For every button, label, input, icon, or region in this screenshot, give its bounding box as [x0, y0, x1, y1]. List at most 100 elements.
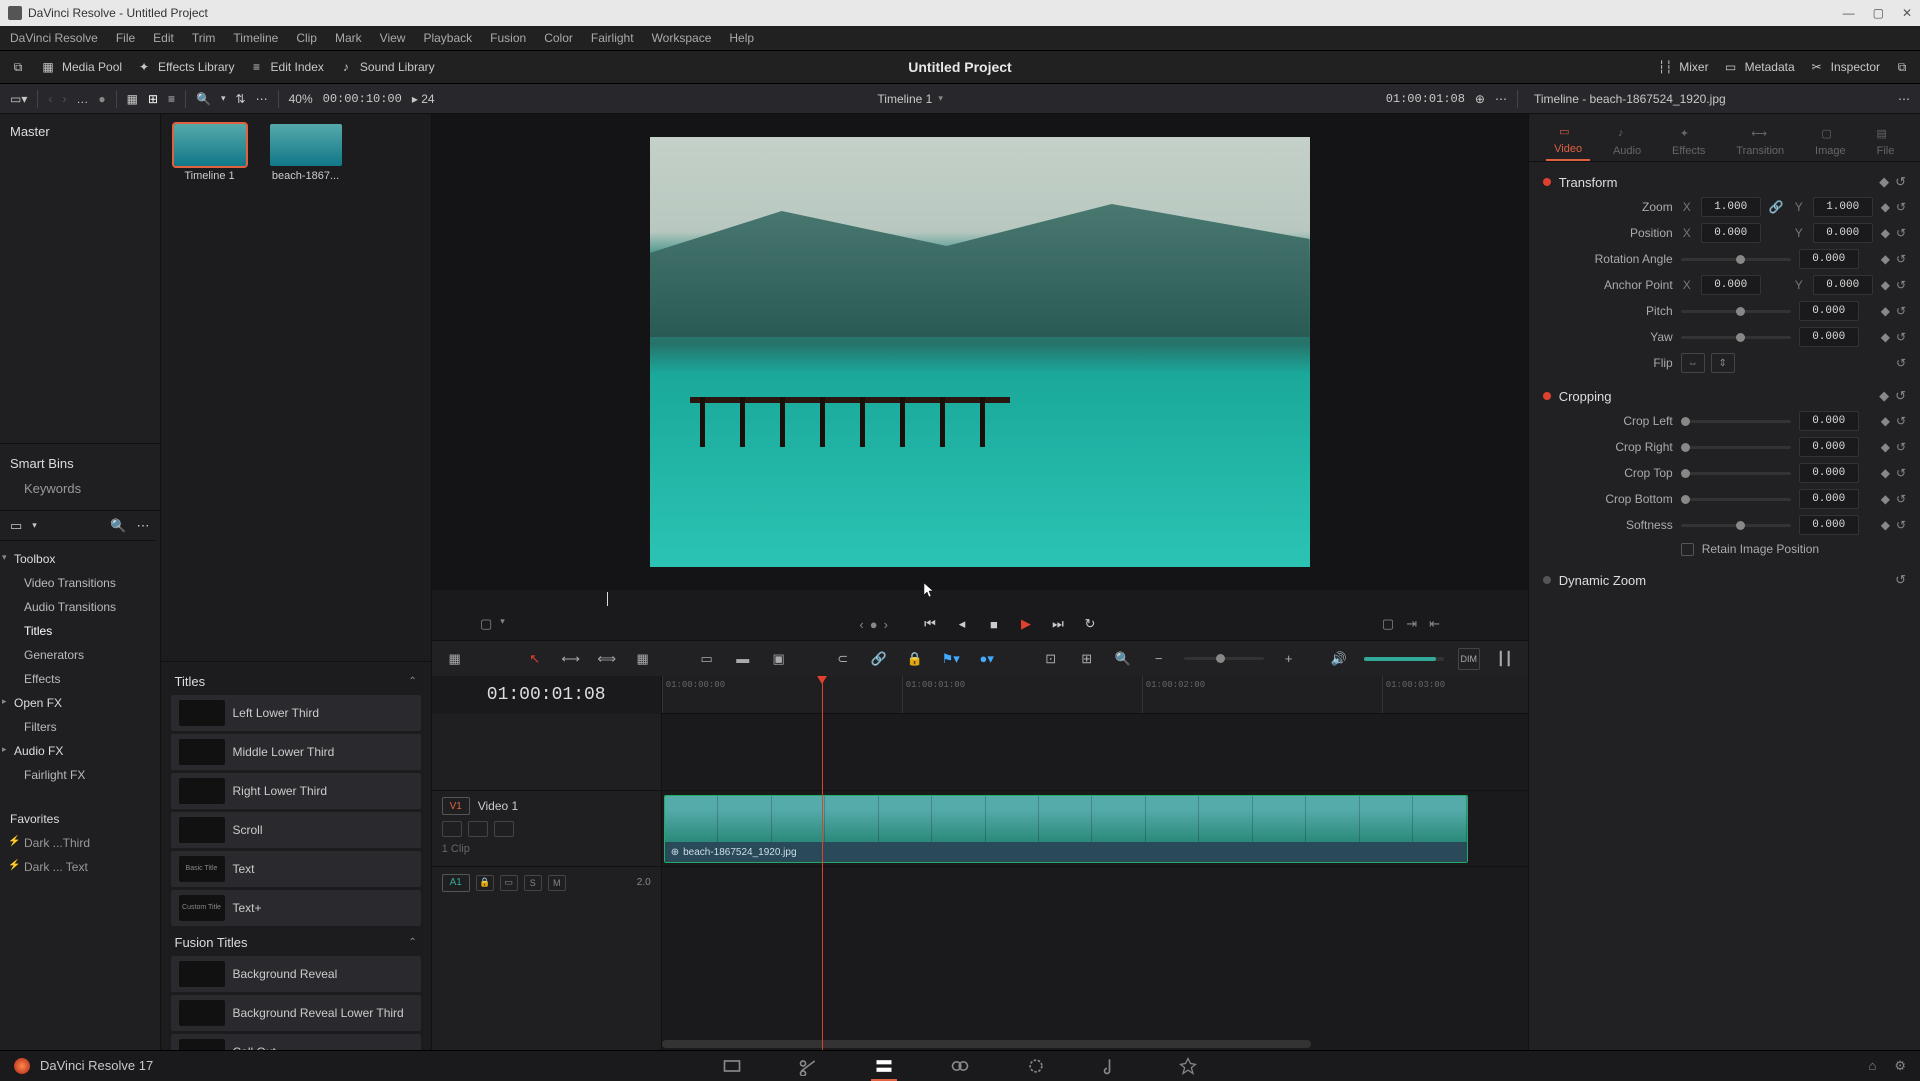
nav-fairlightfx[interactable]: Fairlight FX: [0, 763, 156, 787]
fav-dark-third[interactable]: Dark ...Third: [0, 831, 156, 855]
replace-tool[interactable]: ▣: [768, 648, 790, 670]
page-fusion[interactable]: [947, 1056, 973, 1076]
a1-solo-icon[interactable]: S: [524, 875, 542, 891]
crop-left-input[interactable]: 0.000: [1799, 411, 1859, 431]
search-icon[interactable]: 🔍: [196, 92, 211, 106]
bin-chevron[interactable]: ▾: [32, 520, 37, 531]
crop-bottom-slider[interactable]: [1681, 498, 1791, 501]
nav-audio-transitions[interactable]: Audio Transitions: [0, 595, 156, 619]
viewer-options-icon[interactable]: ⋯: [1495, 92, 1507, 106]
titles-section[interactable]: Titles⌃: [171, 668, 421, 695]
flag-icon[interactable]: ⚑▾: [940, 648, 962, 670]
overwrite-tool[interactable]: ▬: [732, 648, 754, 670]
transform-header[interactable]: Transform◆↺: [1543, 170, 1906, 194]
crop-right-slider[interactable]: [1681, 446, 1791, 449]
page-deliver[interactable]: [1175, 1056, 1201, 1076]
meter-icon[interactable]: ┃┃: [1494, 648, 1516, 670]
clip-beach[interactable]: ⊕beach-1867524_1920.jpg: [664, 795, 1468, 863]
mixer-toggle[interactable]: ┆┆Mixer: [1657, 59, 1708, 75]
flip-h-button[interactable]: ⇔: [1681, 353, 1705, 373]
project-settings-icon[interactable]: ⚙: [1894, 1058, 1906, 1074]
menu-trim[interactable]: Trim: [192, 31, 216, 45]
safe-area-chevron[interactable]: ▾: [500, 616, 505, 632]
lock-icon[interactable]: 🔒: [904, 648, 926, 670]
a1-mute-icon[interactable]: M: [548, 875, 566, 891]
grid-view-icon[interactable]: ⊞: [148, 92, 158, 106]
video-track-header[interactable]: V1 Video 1 1 Clip: [432, 790, 661, 866]
prev-edit-icon[interactable]: ⇤: [1429, 616, 1440, 632]
media-pool-toggle[interactable]: ▦Media Pool: [40, 59, 122, 75]
bin-view-icon-2[interactable]: ▭: [10, 518, 22, 534]
sort-icon[interactable]: ⇅: [236, 92, 246, 106]
page-color[interactable]: [1023, 1056, 1049, 1076]
page-cut[interactable]: [795, 1056, 821, 1076]
match-prev-icon[interactable]: ‹: [859, 617, 863, 632]
nav-titles[interactable]: Titles: [0, 619, 156, 643]
zoom-out-icon[interactable]: −: [1148, 648, 1170, 670]
nav-effects[interactable]: Effects: [0, 667, 156, 691]
program-viewer[interactable]: [432, 114, 1528, 590]
retain-image-checkbox[interactable]: Retain Image Position: [1543, 538, 1906, 560]
menu-davinci[interactable]: DaVinci Resolve: [10, 31, 98, 45]
play-button[interactable]: ▶: [1016, 614, 1036, 634]
volume-slider[interactable]: [1364, 657, 1444, 661]
audio-track-1[interactable]: [662, 866, 1528, 898]
a1-tag[interactable]: A1: [442, 874, 470, 892]
viewer-scrubber[interactable]: [432, 590, 1528, 608]
audio-track-header[interactable]: A1 🔒 ▭ S M 2.0: [432, 866, 661, 898]
page-edit[interactable]: [871, 1056, 897, 1076]
sound-library-toggle[interactable]: ♪Sound Library: [338, 59, 435, 75]
inspector-tab-audio[interactable]: ♪Audio: [1605, 123, 1649, 161]
nav-fwd-icon[interactable]: ›: [62, 92, 66, 106]
pitch-slider[interactable]: [1681, 310, 1791, 313]
go-start-button[interactable]: ⏮: [920, 614, 940, 634]
loop-button[interactable]: ↻: [1080, 614, 1100, 634]
bin-thumb-timeline1[interactable]: Timeline 1: [171, 124, 249, 274]
smart-bin-keywords[interactable]: Keywords: [10, 475, 150, 502]
search-icon-2[interactable]: 🔍: [110, 518, 126, 534]
match-frame-icon[interactable]: ▢: [1382, 616, 1394, 632]
selection-tool[interactable]: ↖: [524, 648, 546, 670]
nav-generators[interactable]: Generators: [0, 643, 156, 667]
bin-view-icon[interactable]: ▭▾: [10, 92, 27, 106]
favorites-header[interactable]: Favorites: [0, 807, 156, 831]
viewer-timecode[interactable]: 01:00:01:08: [1386, 92, 1465, 106]
inspector-tab-image[interactable]: ▢Image: [1807, 123, 1854, 161]
marker-icon[interactable]: ●▾: [976, 648, 998, 670]
match-dot-icon[interactable]: ●: [870, 617, 878, 632]
title-call-out[interactable]: Call Out: [171, 1034, 421, 1051]
softness-slider[interactable]: [1681, 524, 1791, 527]
zoom-detail-icon[interactable]: ⊞: [1076, 648, 1098, 670]
inspector-options-icon[interactable]: ⋯: [1898, 92, 1910, 106]
match-next-icon[interactable]: ›: [884, 617, 888, 632]
yaw-slider[interactable]: [1681, 336, 1791, 339]
timeline-timecode[interactable]: 01:00:01:08: [432, 676, 661, 714]
title-middle-lower-third[interactable]: Middle Lower Third: [171, 734, 421, 770]
mute-icon[interactable]: 🔊: [1328, 648, 1350, 670]
fusion-titles-section[interactable]: Fusion Titles⌃: [171, 929, 421, 956]
title-background-reveal-lt[interactable]: Background Reveal Lower Third: [171, 995, 421, 1031]
blade-tool[interactable]: ▦: [632, 648, 654, 670]
anchor-x-input[interactable]: 0.000: [1701, 275, 1761, 295]
yaw-input[interactable]: 0.000: [1799, 327, 1859, 347]
menu-fusion[interactable]: Fusion: [490, 31, 526, 45]
safe-area-icon[interactable]: ▢: [480, 616, 492, 632]
master-bin[interactable]: Master: [10, 120, 150, 143]
flip-v-button[interactable]: ⇕: [1711, 353, 1735, 373]
menu-file[interactable]: File: [116, 31, 135, 45]
list-view-icon[interactable]: ≡: [168, 92, 175, 106]
timeline-view-icon[interactable]: ▦: [444, 648, 466, 670]
minimize-button[interactable]: —: [1843, 6, 1855, 20]
pos-x-input[interactable]: 0.000: [1701, 223, 1761, 243]
nav-filters[interactable]: Filters: [0, 715, 156, 739]
anchor-y-input[interactable]: 0.000: [1813, 275, 1873, 295]
insert-tool[interactable]: ▭: [696, 648, 718, 670]
nav-audiofx[interactable]: Audio FX: [0, 739, 156, 763]
trim-tool[interactable]: ⟷: [560, 648, 582, 670]
menu-edit[interactable]: Edit: [153, 31, 174, 45]
timeline-name-dropdown[interactable]: Timeline 1▾: [877, 92, 942, 106]
effects-library-toggle[interactable]: ✦Effects Library: [136, 59, 234, 75]
zoom-link-icon[interactable]: 🔗: [1769, 200, 1785, 214]
zoom-slider[interactable]: [1184, 657, 1264, 660]
toolbox-header[interactable]: Toolbox: [0, 547, 156, 571]
